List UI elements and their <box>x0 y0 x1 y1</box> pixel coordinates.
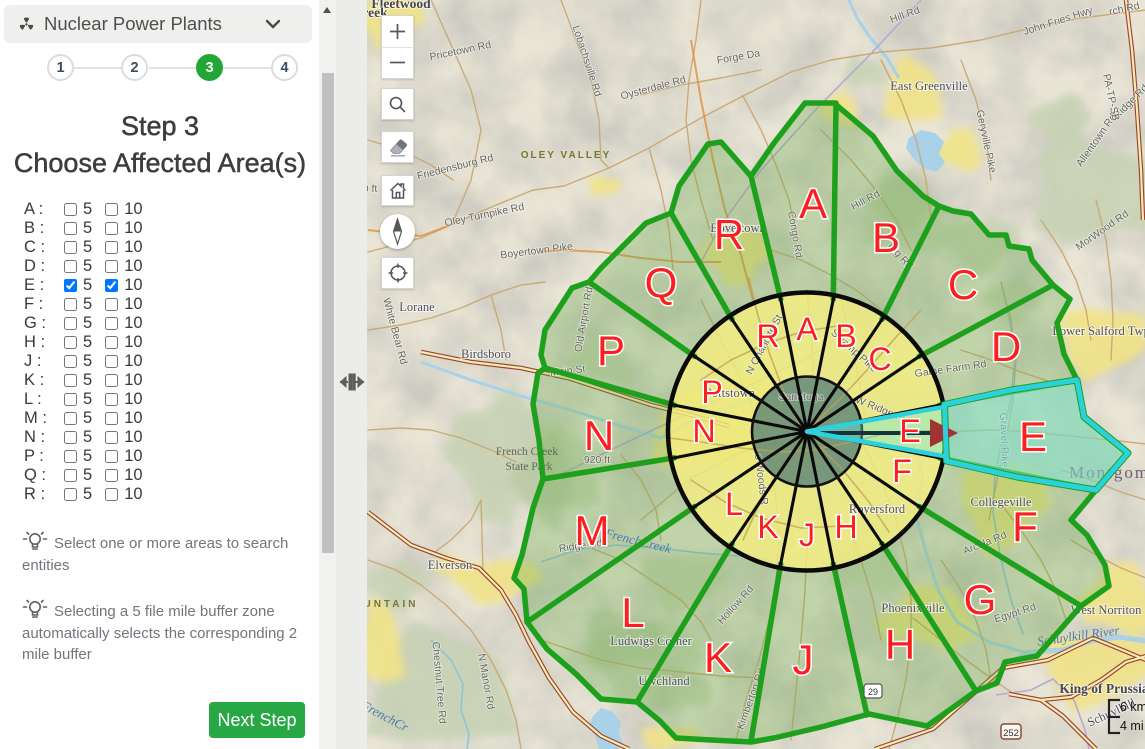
svg-text:F: F <box>892 453 912 489</box>
svg-text:Birdsboro: Birdsboro <box>461 347 511 361</box>
svg-text:P: P <box>701 374 722 410</box>
svg-text:K: K <box>704 634 732 681</box>
svg-text:East Greenville: East Greenville <box>890 79 968 93</box>
svg-text:L: L <box>725 486 743 522</box>
svg-text:0 ft: 0 ft <box>367 183 377 195</box>
svg-text:G: G <box>964 576 997 623</box>
svg-text:King of Prussia: King of Prussia <box>1059 681 1145 696</box>
svg-text:J: J <box>799 517 815 553</box>
svg-text:6 km: 6 km <box>1120 700 1145 714</box>
svg-text:Lower Salford Twp: Lower Salford Twp <box>1052 324 1145 338</box>
svg-text:C: C <box>948 261 978 308</box>
svg-text:N: N <box>692 413 715 449</box>
svg-text:K: K <box>757 509 778 545</box>
svg-text:Lorane: Lorane <box>399 300 435 314</box>
svg-text:N: N <box>584 412 614 459</box>
svg-text:A: A <box>796 311 818 347</box>
svg-text:J: J <box>793 636 814 683</box>
svg-text:R: R <box>714 211 744 258</box>
svg-text:B: B <box>835 318 856 354</box>
svg-text:French Creek: French Creek <box>496 446 559 458</box>
svg-text:State Park: State Park <box>506 461 553 473</box>
svg-text:29: 29 <box>868 687 878 697</box>
svg-text:D: D <box>991 323 1021 370</box>
svg-text:A: A <box>799 180 827 227</box>
svg-text:M: M <box>575 507 610 554</box>
svg-text:Phoenixville: Phoenixville <box>881 601 945 615</box>
svg-text:E: E <box>1019 413 1047 460</box>
svg-text:F: F <box>1012 503 1038 550</box>
svg-text:Q: Q <box>645 259 678 306</box>
svg-text:H: H <box>834 509 857 545</box>
svg-text:UNTAIN: UNTAIN <box>367 599 419 610</box>
svg-text:252: 252 <box>1003 728 1019 739</box>
svg-text:E: E <box>899 413 920 449</box>
svg-text:R: R <box>756 318 779 354</box>
svg-text:C: C <box>868 341 891 377</box>
svg-text:4 mi: 4 mi <box>1120 719 1144 733</box>
svg-text:B: B <box>872 214 900 261</box>
svg-text:Elverson: Elverson <box>428 558 473 572</box>
svg-text:P: P <box>597 327 625 374</box>
svg-text:L: L <box>621 589 644 636</box>
svg-text:OLEY VALLEY: OLEY VALLEY <box>521 150 612 161</box>
svg-text:Ludwigs Corner: Ludwigs Corner <box>610 634 692 648</box>
svg-text:H: H <box>885 621 915 668</box>
